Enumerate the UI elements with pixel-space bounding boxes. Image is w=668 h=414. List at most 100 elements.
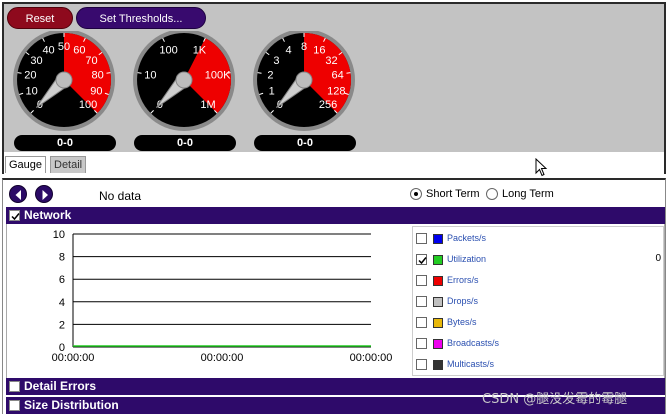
gauge-tick-label: 60 xyxy=(73,45,85,57)
gauge-tick-label: 40 xyxy=(42,45,54,57)
set-thresholds-button[interactable]: Set Thresholds... xyxy=(76,7,206,29)
legend-swatch xyxy=(433,276,443,286)
legend-label[interactable]: Drops/s xyxy=(447,295,478,307)
packets-gauge: 0101001K100K1MPackets/s 0-0 xyxy=(126,31,244,153)
gauge-tick-label: 2 xyxy=(267,70,273,82)
long-term-label: Long Term xyxy=(502,188,554,200)
legend-item[interactable]: Utilization 0 xyxy=(413,250,663,270)
gauge-tick xyxy=(137,72,142,74)
legend-label[interactable]: Broadcasts/s xyxy=(447,337,499,349)
gauge-tick-label: 50 xyxy=(58,41,70,53)
legend-item[interactable]: Multicasts/s xyxy=(413,355,663,375)
watermark-text: CSDN @腿没发霉的霉腿 xyxy=(482,392,628,407)
checkmark-icon xyxy=(11,213,20,221)
gauge-readout: 0-0 xyxy=(134,135,236,151)
gauge-hub xyxy=(55,71,73,89)
gauge-tick-label: 90 xyxy=(90,86,102,98)
gauge-tick-label: 16 xyxy=(313,45,325,57)
legend-item[interactable]: Errors/s xyxy=(413,271,663,291)
size-distribution-checkbox[interactable] xyxy=(9,400,20,411)
legend-item[interactable]: Broadcasts/s xyxy=(413,334,663,354)
network-checkbox[interactable] xyxy=(9,210,20,221)
previous-button[interactable] xyxy=(9,185,27,203)
legend-checkbox[interactable] xyxy=(416,296,427,307)
gauge-dial: 0101001K100K1MPackets/s xyxy=(133,31,235,131)
gauge-tick xyxy=(346,72,351,74)
gauge-tick xyxy=(106,72,111,74)
radio-button[interactable] xyxy=(486,188,498,200)
short-term-label: Short Term xyxy=(426,188,480,200)
gauge-tick-label: 70 xyxy=(85,55,97,67)
gauge-panel: Reset Set Thresholds... 0102030405060708… xyxy=(2,2,666,174)
legend-swatch xyxy=(433,297,443,307)
detail-panel: No data Short Term Long Term Network 0 2 4… xyxy=(2,178,666,414)
legend-label[interactable]: Multicasts/s xyxy=(447,358,494,370)
legend-checkbox[interactable] xyxy=(416,317,427,328)
legend-label[interactable]: Utilization xyxy=(447,253,486,265)
legend-checkbox[interactable] xyxy=(416,275,427,286)
tab-detail[interactable]: Detail xyxy=(50,156,87,173)
gauge-tick-label: 4 xyxy=(286,45,292,57)
mouse-cursor-icon xyxy=(535,158,548,177)
navigation-row: No data Short Term Long Term xyxy=(3,183,665,205)
gauge-tick-label: 8 xyxy=(301,41,307,53)
gauge-readout: 0-0 xyxy=(254,135,356,151)
network-chart: 0 2 4 6 8 10 00:00:00 00:00:00 00:00:00 xyxy=(11,226,401,376)
legend-item[interactable]: Bytes/s xyxy=(413,313,663,333)
utilization-gauge: 0102030405060708090100Utilization% 0-0 xyxy=(6,31,124,153)
y-tick-label: 10 xyxy=(53,229,65,241)
gauge-dial: 0102030405060708090100Utilization% xyxy=(13,31,115,131)
section-title: Size Distribution xyxy=(24,398,119,412)
legend-checkbox[interactable] xyxy=(416,254,427,265)
y-tick-label: 8 xyxy=(59,252,65,264)
view-tabs: Gauge Detail xyxy=(4,152,664,174)
long-term-radio[interactable]: Long Term xyxy=(486,188,554,202)
legend-label[interactable]: Bytes/s xyxy=(447,316,477,328)
reset-button[interactable]: Reset xyxy=(7,7,73,29)
gauge-name: Utilization% xyxy=(35,109,93,121)
gauge-name: Errors/s xyxy=(285,109,324,121)
x-tick-label: 00:00:00 xyxy=(52,352,95,364)
legend-item[interactable]: Drops/s xyxy=(413,292,663,312)
gauge-hub xyxy=(295,71,313,89)
legend-label[interactable]: Packets/s xyxy=(447,232,486,244)
legend-label[interactable]: Errors/s xyxy=(447,274,479,286)
series-legend: Packets/s Utilization 0 Errors/s Drops/s Byte… xyxy=(412,226,664,376)
short-term-radio[interactable]: Short Term xyxy=(410,188,480,202)
gauge-tick-label: 100 xyxy=(159,45,177,57)
legend-checkbox[interactable] xyxy=(416,233,427,244)
legend-swatch xyxy=(433,255,443,265)
gauge-tick xyxy=(17,72,22,74)
gauge-tick-label: 1K xyxy=(193,45,207,57)
gauge-tick-label: 30 xyxy=(30,55,42,67)
arrow-right-icon xyxy=(42,190,48,200)
gauge-hub xyxy=(175,71,193,89)
gauge-tick-label: 10 xyxy=(144,70,156,82)
gauge-tick-label: 32 xyxy=(325,55,337,67)
gauges-row: 0102030405060708090100Utilization% 0-0 0… xyxy=(4,31,664,153)
gauge-tick-label: 20 xyxy=(24,70,36,82)
line-chart: 024681000:00:00 00:00:00 00:00:00 xyxy=(52,229,393,364)
next-button[interactable] xyxy=(35,185,53,203)
checkmark-icon xyxy=(418,257,427,265)
legend-checkbox[interactable] xyxy=(416,359,427,370)
arrow-left-icon xyxy=(15,190,21,200)
x-tick-label: 00:00:00 xyxy=(350,352,393,364)
gauge-tick-label: 100K xyxy=(205,70,231,82)
legend-checkbox[interactable] xyxy=(416,338,427,349)
y-tick-label: 4 xyxy=(59,297,65,309)
gauge-tick-label: 128 xyxy=(327,86,345,98)
legend-swatch xyxy=(433,360,443,370)
section-title: Network xyxy=(24,208,72,222)
detail-errors-checkbox[interactable] xyxy=(9,381,20,392)
app-window: Reset Set Thresholds... 0 10 20 3040 506070 8… xyxy=(0,0,668,414)
legend-item[interactable]: Packets/s xyxy=(413,229,663,249)
gauge-tick-label: 64 xyxy=(331,70,343,82)
gauge-tick-label: 3 xyxy=(273,55,279,67)
network-section-header[interactable]: Network xyxy=(6,207,665,224)
radio-button[interactable] xyxy=(410,188,422,200)
gauge-tick-label: 10 xyxy=(26,86,38,98)
tab-gauge[interactable]: Gauge xyxy=(5,156,47,173)
errors-gauge: 012348163264128256Errors/s 0-0 xyxy=(246,31,364,153)
legend-value: 0 xyxy=(655,253,661,264)
